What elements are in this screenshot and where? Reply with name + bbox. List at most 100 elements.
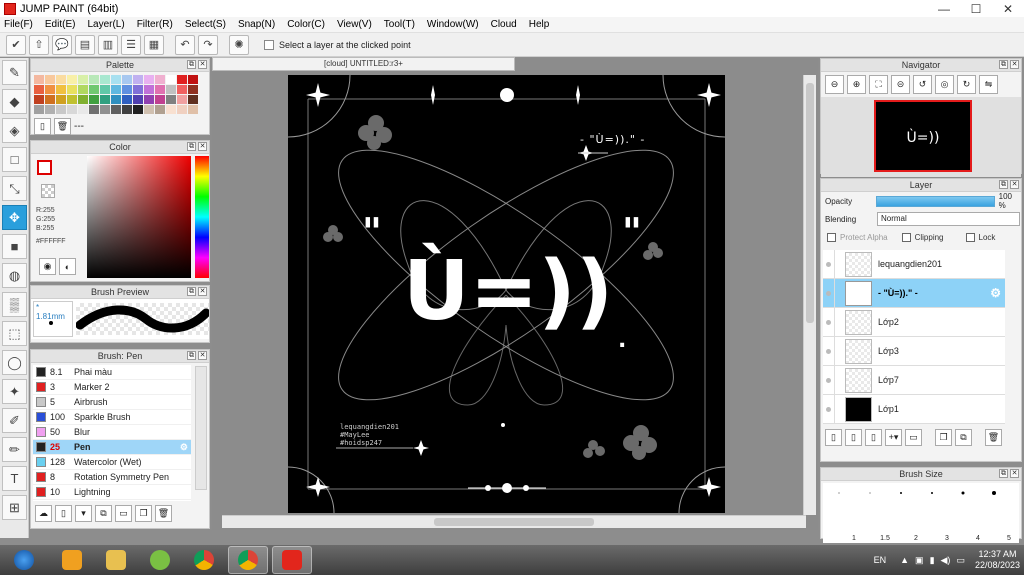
palette-swatch[interactable] [188, 85, 198, 94]
brush-item[interactable]: 100 Sparkle Brush [33, 410, 191, 425]
palette-swatch[interactable] [133, 105, 143, 114]
palette-swatch[interactable] [144, 105, 154, 114]
palette-swatch[interactable] [100, 105, 110, 114]
close-icon[interactable]: ✕ [198, 142, 207, 151]
color-picker-icon[interactable]: ◉ [39, 258, 56, 275]
brush-size-cell[interactable]: 5 [978, 513, 1011, 543]
page-icon[interactable]: ▥ [98, 34, 118, 55]
brush-item[interactable]: 8.1 Phai màu [33, 365, 191, 380]
palette-swatch[interactable] [155, 75, 165, 84]
close-icon[interactable]: ✕ [198, 60, 207, 69]
new-layer-1bit-icon[interactable]: ▯ [865, 429, 882, 446]
menu-view[interactable]: View(V) [337, 19, 372, 30]
palette-swatch[interactable] [100, 75, 110, 84]
color-settings-icon[interactable]: ◐ [59, 258, 76, 275]
palette-swatch[interactable] [155, 95, 165, 104]
palette-swatch[interactable] [89, 95, 99, 104]
palette-swatch[interactable] [89, 85, 99, 94]
minimize-button[interactable]: — [928, 0, 960, 17]
palette-swatch[interactable] [133, 85, 143, 94]
visibility-toggle-icon[interactable] [823, 365, 835, 395]
palette-swatch[interactable] [67, 95, 77, 104]
brush-size-cell[interactable]: 4 [947, 513, 980, 543]
palette-swatch[interactable] [166, 85, 176, 94]
palette-swatch[interactable] [188, 75, 198, 84]
palette-swatch[interactable] [34, 75, 44, 84]
zoom-in-icon[interactable]: ⊕ [847, 75, 866, 94]
menu-snap[interactable]: Snap(N) [238, 19, 275, 30]
fit-icon[interactable]: ⛶ [869, 75, 888, 94]
brush-size-cell[interactable]: 1.5 [854, 513, 890, 543]
brush-item[interactable]: 3 Marker 2 [33, 380, 191, 395]
trash-icon[interactable]: 🗑 [54, 118, 71, 135]
horizontal-scrollbar[interactable] [222, 515, 806, 528]
brush-size-cell[interactable]: 3 [916, 513, 949, 543]
clipping-checkbox[interactable] [901, 232, 911, 242]
move-tool-icon[interactable]: ✥ [2, 205, 27, 230]
layer-row[interactable]: - "Ù=))." - ⚙ [823, 278, 1005, 308]
rotate-reset-icon[interactable]: ◎ [935, 75, 954, 94]
brush-item[interactable]: 50 Blur [33, 425, 191, 440]
palette-swatch[interactable] [100, 95, 110, 104]
navigator-thumbnail[interactable]: Ù=)) [874, 100, 972, 172]
eraser-tool-icon[interactable]: ◆ [2, 89, 27, 114]
coccoc-browser-icon[interactable] [140, 546, 180, 574]
select-eraser-tool-icon[interactable]: ◈ [2, 118, 27, 143]
brush-settings-icon[interactable]: ⚙ [180, 442, 188, 453]
cloud-check-icon[interactable]: ✔ [6, 34, 26, 55]
palette-swatch[interactable] [100, 85, 110, 94]
palette-swatch[interactable] [155, 105, 165, 114]
document-tab[interactable]: [cloud] UNTITLED:r3+ [212, 57, 515, 71]
visibility-toggle-icon[interactable] [823, 307, 835, 337]
visibility-toggle-icon[interactable] [823, 278, 835, 308]
palette-swatch[interactable] [45, 105, 55, 114]
palette-swatch[interactable] [67, 85, 77, 94]
vertical-scrollbar[interactable] [803, 75, 816, 515]
brush-cloud-icon[interactable]: ☁ [35, 505, 52, 522]
palette-swatch[interactable] [67, 75, 77, 84]
menu-edit[interactable]: Edit(E) [45, 19, 76, 30]
loading-icon[interactable]: ✺ [229, 34, 249, 55]
brush-size-cell[interactable] [885, 483, 916, 513]
trash-icon[interactable]: 🗑 [985, 429, 1002, 446]
palette-swatch[interactable] [111, 85, 121, 94]
jump-paint-taskbar-icon[interactable] [272, 546, 312, 574]
brush-item[interactable]: 128 Watercolor (Wet) [33, 455, 191, 470]
palette-swatch[interactable] [45, 95, 55, 104]
list-icon[interactable]: ☰ [121, 34, 141, 55]
new-palette-icon[interactable]: ▯ [34, 118, 51, 135]
close-button[interactable]: ✕ [992, 0, 1024, 17]
menu-window[interactable]: Window(W) [427, 19, 479, 30]
popout-icon[interactable]: ⧉ [187, 351, 196, 360]
palette-swatch[interactable] [89, 105, 99, 114]
palette-swatch[interactable] [144, 95, 154, 104]
artwork-canvas[interactable]: - "Ù=))." - " " Ù=)) . lequangdien201 #M… [288, 75, 725, 513]
opacity-slider[interactable] [876, 195, 995, 207]
gradient-tool-icon[interactable]: ▒ [2, 292, 27, 317]
tray-arrow-icon[interactable]: ▲ [900, 555, 909, 565]
grid-icon[interactable]: ▦ [144, 34, 164, 55]
transform-tool-icon[interactable]: ⤡ [2, 176, 27, 201]
palette-swatch[interactable] [122, 85, 132, 94]
layer-row[interactable]: Lớp1 [823, 394, 1005, 424]
maximize-button[interactable]: ☐ [960, 0, 992, 17]
palette-swatch[interactable] [89, 75, 99, 84]
palette-swatch[interactable] [166, 75, 176, 84]
popout-icon[interactable]: ⧉ [999, 60, 1008, 69]
flip-icon[interactable]: ⇋ [979, 75, 998, 94]
brush-copy-icon[interactable]: ⧉ [95, 505, 112, 522]
select-pen-icon[interactable]: ✐ [2, 408, 27, 433]
divide-tool-icon[interactable]: ⊞ [2, 495, 27, 520]
media-player-icon[interactable] [52, 546, 92, 574]
palette-swatch[interactable] [177, 85, 187, 94]
palette-swatch[interactable] [56, 95, 66, 104]
brush-menu-icon[interactable]: ▾ [75, 505, 92, 522]
popout-icon[interactable]: ⧉ [187, 60, 196, 69]
palette-swatch[interactable] [166, 105, 176, 114]
palette-swatch[interactable] [45, 75, 55, 84]
popout-icon[interactable]: ⧉ [999, 469, 1008, 478]
duplicate-icon[interactable]: ❐ [135, 505, 152, 522]
brush-list-scrollbar[interactable] [195, 366, 207, 490]
palette-swatch[interactable] [188, 105, 198, 114]
rotate-left-icon[interactable]: ↺ [913, 75, 932, 94]
